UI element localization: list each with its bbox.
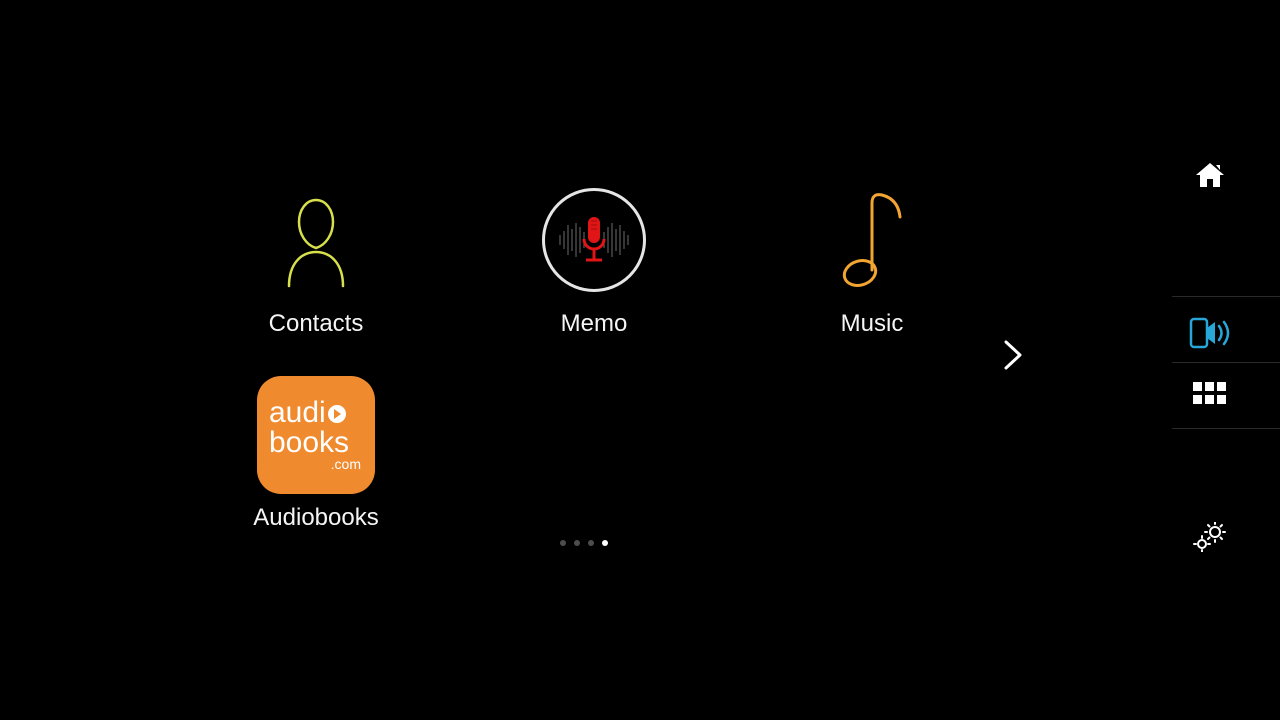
sidebar xyxy=(1140,0,1280,720)
app-label-memo: Memo xyxy=(494,310,694,338)
phone-audio-button[interactable] xyxy=(1188,316,1232,355)
page-dot xyxy=(574,540,580,546)
memo-icon xyxy=(534,180,654,300)
app-memo[interactable]: Memo xyxy=(494,180,694,338)
contacts-icon xyxy=(256,180,376,300)
phone-audio-icon xyxy=(1188,316,1232,350)
settings-button[interactable] xyxy=(1193,522,1227,557)
app-music[interactable]: Music xyxy=(772,180,972,338)
app-label-audiobooks: Audiobooks xyxy=(216,504,416,532)
apps-grid-button[interactable] xyxy=(1193,382,1227,411)
gears-icon xyxy=(1193,522,1227,552)
audiobooks-icon: audi books .com xyxy=(256,376,376,494)
home-icon xyxy=(1193,160,1227,190)
app-audiobooks[interactable]: audi books .com Audiobooks xyxy=(216,376,416,532)
page-dot xyxy=(588,540,594,546)
next-page-arrow[interactable] xyxy=(1000,338,1028,377)
home-button[interactable] xyxy=(1193,160,1227,195)
grid-icon xyxy=(1193,382,1227,406)
app-label-music: Music xyxy=(772,310,972,338)
page-dot xyxy=(560,540,566,546)
page-dot-active xyxy=(602,540,608,546)
play-icon xyxy=(328,405,346,423)
app-contacts[interactable]: Contacts xyxy=(216,180,416,338)
app-label-contacts: Contacts xyxy=(216,310,416,338)
page-indicator xyxy=(560,540,608,546)
music-note-icon xyxy=(812,180,932,300)
